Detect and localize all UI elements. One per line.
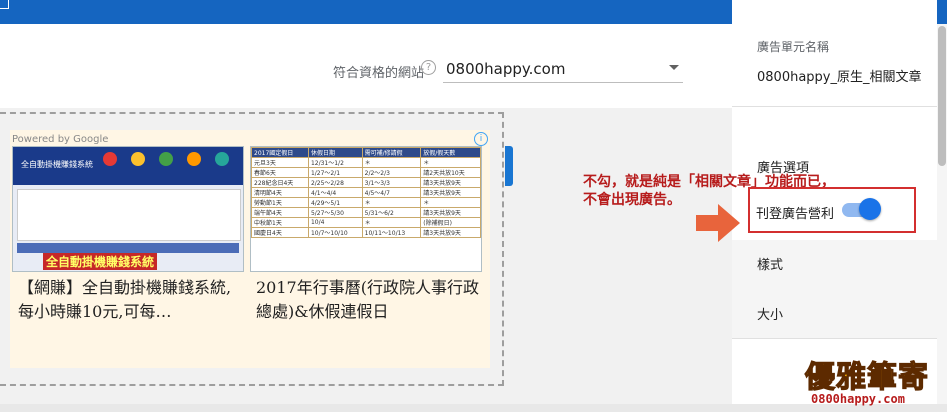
article-title-2[interactable]: 2017年行事曆(行政院人事行政總處)&休假連假日 xyxy=(256,276,480,324)
header-cell: 2017國定假日 xyxy=(251,147,309,158)
table-cell: (除補假日) xyxy=(420,217,481,228)
table-cell: ＊ xyxy=(420,197,481,208)
scrollbar-thumb[interactable] xyxy=(938,26,946,166)
ad-preview-frame: Powered by Google i 全自動掛機賺錢系統 全自動掛機賺錢系統 xyxy=(0,112,504,386)
site-select-value: 0800happy.com xyxy=(446,60,566,78)
table-cell: 5/31～6/2 xyxy=(361,207,422,218)
table-cell: 4/29～5/1 xyxy=(307,197,363,208)
thumbnail-icon-green xyxy=(159,152,173,166)
table-cell: 春節6天 xyxy=(251,167,309,178)
header-cell: 放假/假天數 xyxy=(420,147,481,158)
thumbnail-button-row xyxy=(17,243,239,253)
unit-name-section: 廣告單元名稱 0800happy_原生_相關文章 xyxy=(732,0,937,107)
preview-side-button[interactable] xyxy=(505,146,513,186)
eligible-site-label: 符合資格的網站 xyxy=(333,66,425,81)
thumbnail-body xyxy=(17,189,241,241)
table-row: 端午節4天 5/27～5/30 5/31～6/2 請3天共放9天 xyxy=(251,207,481,218)
sidebar-scrollbar[interactable] xyxy=(937,24,947,404)
table-cell: 5/27～5/30 xyxy=(307,207,363,218)
watermark-url: 0800happy.com xyxy=(811,392,905,406)
table-cell: ＊ xyxy=(361,157,422,168)
table-cell: 端午節4天 xyxy=(251,207,309,218)
table-cell: 10/11～10/13 xyxy=(361,227,422,238)
table-cell: 1/27～2/1 xyxy=(307,167,363,178)
watermark-logo-text: 優雅筆寄 xyxy=(804,359,929,395)
main-editor-area: 符合資格的網站 ? 0800happy.com Powered by Googl… xyxy=(0,24,732,404)
table-row: 清明節4天 4/1～4/4 4/5～4/7 請3天共放9天 xyxy=(251,187,481,198)
eligible-site-row: 符合資格的網站 ? 0800happy.com xyxy=(0,24,732,108)
window-corner-mark xyxy=(0,0,9,9)
table-cell: 請3天共放9天 xyxy=(420,207,481,218)
table-cell: 12/31～1/2 xyxy=(307,157,363,168)
size-label: 大小 xyxy=(757,308,784,323)
size-section[interactable]: 大小 xyxy=(732,290,937,339)
thumbnail-icon-orange xyxy=(187,152,201,166)
header-cell: 需可補/修請假 xyxy=(361,147,422,158)
table-cell: 4/5～4/7 xyxy=(361,187,422,198)
table-cell: 請3天共放9天 xyxy=(420,187,481,198)
holiday-table-header: 2017國定假日 休假日期 需可補/修請假 放假/假天數 xyxy=(251,147,481,158)
table-cell: 2/25～2/28 xyxy=(307,177,363,188)
thumbnail-header: 全自動掛機賺錢系統 xyxy=(13,147,243,185)
table-cell: ＊ xyxy=(361,217,422,228)
table-row: 勞動節1天 4/29～5/1 ＊＊ xyxy=(251,197,481,208)
table-row: 春節6天 1/27～2/1 2/2～2/3 請2天共放10天 xyxy=(251,167,481,178)
table-cell: 清明節4天 xyxy=(251,187,309,198)
table-cell: 2/2～2/3 xyxy=(361,167,422,178)
site-select[interactable]: 0800happy.com xyxy=(443,54,683,83)
table-cell: 元旦3天 xyxy=(251,157,309,168)
unit-name-label: 廣告單元名稱 xyxy=(757,40,830,54)
thumbnail-header-text: 全自動掛機賺錢系統 xyxy=(21,160,93,169)
table-row: 228紀念日4天 2/25～2/28 3/1～3/3 請3天共放9天 xyxy=(251,177,481,188)
style-section[interactable]: 樣式 xyxy=(732,240,937,291)
native-ad-card: Powered by Google i 全自動掛機賺錢系統 全自動掛機賺錢系統 xyxy=(10,130,490,368)
table-row: 國慶日4天 10/7～10/10 10/11～10/13 請3天共放9天 xyxy=(251,227,481,238)
thumbnail-icon-teal xyxy=(215,152,229,166)
site-watermark: 優雅筆寄 0800happy.com xyxy=(804,352,943,410)
table-cell: ＊ xyxy=(420,157,481,168)
thumbnail-banner: 全自動掛機賺錢系統 xyxy=(43,253,158,270)
style-label: 樣式 xyxy=(757,258,784,273)
article-thumbnail-1[interactable]: 全自動掛機賺錢系統 全自動掛機賺錢系統 xyxy=(12,146,244,272)
adchoices-info-icon[interactable]: i xyxy=(474,132,488,146)
table-cell: 4/1～4/4 xyxy=(307,187,363,198)
help-icon[interactable]: ? xyxy=(421,60,436,75)
table-cell: 國慶日4天 xyxy=(251,227,309,238)
table-cell: 請2天共放10天 xyxy=(420,167,481,178)
unit-name-value[interactable]: 0800happy_原生_相關文章 xyxy=(757,66,922,85)
holiday-table: 2017國定假日 休假日期 需可補/修請假 放假/假天數 元旦3天 12/31～1… xyxy=(251,147,481,238)
table-cell: 勞動節1天 xyxy=(251,197,309,208)
article-title-1[interactable]: 【網賺】全自動掛機賺錢系統,每小時賺10元,可每… xyxy=(18,276,234,324)
header-cell: 休假日期 xyxy=(307,147,363,158)
table-cell: 中秋節1天 xyxy=(251,217,309,228)
table-cell: 請3天共放9天 xyxy=(420,177,481,188)
table-cell: 228紀念日4天 xyxy=(251,177,309,188)
chevron-down-icon xyxy=(669,65,679,70)
table-cell: 10/4 xyxy=(307,217,363,228)
table-cell: 請3天共放9天 xyxy=(420,227,481,238)
article-thumbnail-2[interactable]: 2017國定假日 休假日期 需可補/修請假 放假/假天數 元旦3天 12/31～1… xyxy=(250,146,482,272)
table-row: 元旦3天 12/31～1/2 ＊＊ xyxy=(251,157,481,168)
table-cell: 10/7～10/10 xyxy=(307,227,363,238)
powered-by-google-label: Powered by Google xyxy=(12,134,109,145)
annotation-highlight-box xyxy=(748,187,916,233)
thumbnail-icon-yellow xyxy=(131,152,145,166)
arrow-right-icon xyxy=(696,204,740,242)
table-cell: 3/1～3/3 xyxy=(361,177,422,188)
thumbnail-icon-red xyxy=(103,152,117,166)
table-cell: ＊ xyxy=(361,197,422,208)
table-row: 中秋節1天 10/4 ＊ (除補假日) xyxy=(251,217,481,228)
